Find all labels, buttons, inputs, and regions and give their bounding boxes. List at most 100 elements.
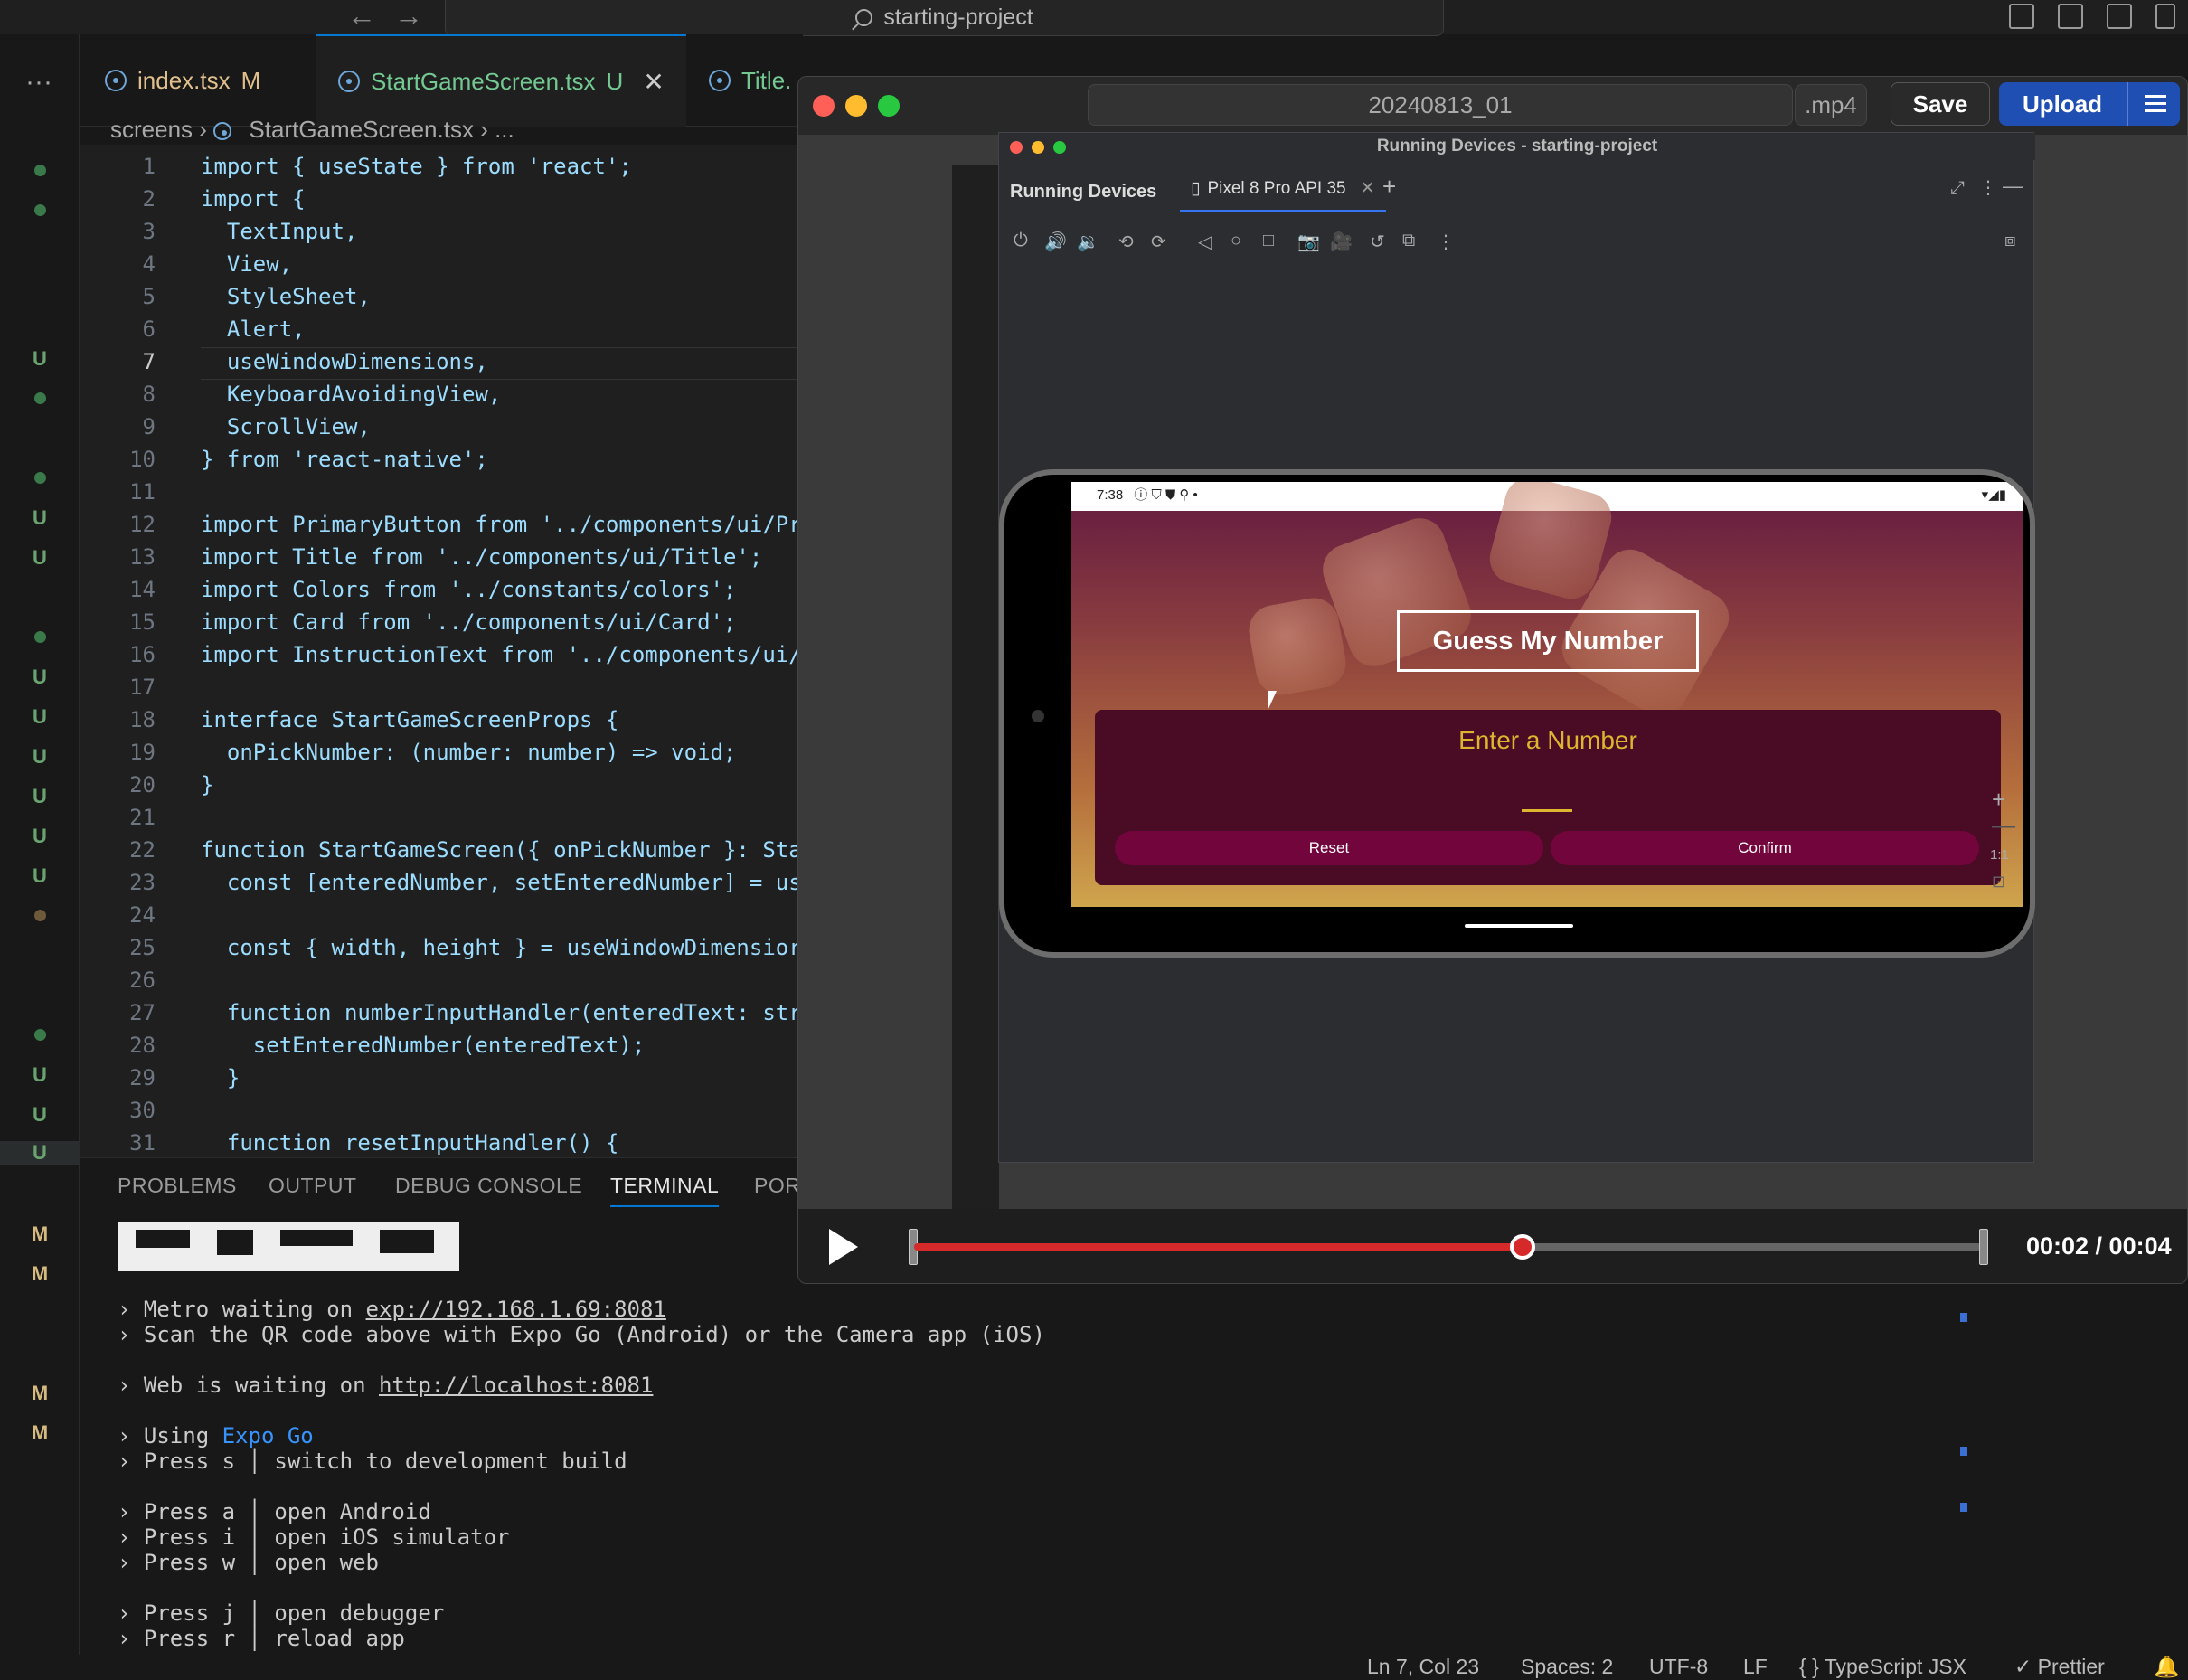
home-icon[interactable]: ○ bbox=[1231, 231, 1241, 251]
code-line[interactable]: useWindowDimensions, bbox=[201, 345, 797, 378]
language-mode[interactable]: { } TypeScript JSX bbox=[1799, 1655, 1966, 1679]
record-icon[interactable]: 🎥 bbox=[1330, 231, 1353, 253]
code-line[interactable] bbox=[201, 1094, 797, 1127]
toggle-panel-icon[interactable] bbox=[2058, 4, 2083, 29]
code-line[interactable]: StyleSheet, bbox=[201, 280, 797, 313]
line-ending[interactable]: LF bbox=[1743, 1655, 1768, 1679]
code-line[interactable]: KeyboardAvoidingView, bbox=[201, 378, 797, 411]
breadcrumb-folder[interactable]: screens bbox=[110, 116, 193, 143]
zoom-actual-size[interactable]: 1:1 bbox=[1990, 847, 2009, 863]
back-icon[interactable]: ◁ bbox=[1198, 231, 1212, 253]
tab-index[interactable]: index.tsx M bbox=[83, 34, 282, 127]
scrubber-track[interactable] bbox=[914, 1234, 1981, 1260]
zoom-window-button[interactable] bbox=[878, 95, 900, 117]
screen-mirror-icon[interactable]: ⧈ bbox=[2004, 231, 2016, 251]
tab-problems[interactable]: PROBLEMS bbox=[118, 1174, 237, 1198]
close-icon[interactable]: ✕ bbox=[1361, 178, 1375, 199]
back-arrow-icon[interactable]: ← bbox=[347, 0, 376, 34]
camera-icon[interactable]: 📷 bbox=[1297, 231, 1320, 253]
code-line[interactable]: } bbox=[201, 769, 797, 801]
scrubber-knob[interactable] bbox=[1509, 1234, 1535, 1260]
code-line[interactable]: import PrimaryButton from '../components… bbox=[201, 508, 797, 541]
code-line[interactable]: onPickNumber: (number: number) => void; bbox=[201, 736, 797, 769]
toggle-sidebar-icon[interactable] bbox=[2009, 4, 2034, 29]
code-line[interactable]: setEnteredNumber(enteredText); bbox=[201, 1029, 797, 1062]
rotate-right-icon[interactable]: ⟳ bbox=[1151, 231, 1166, 253]
code-line[interactable] bbox=[201, 671, 797, 703]
close-window-button[interactable] bbox=[1010, 141, 1023, 154]
zoom-window-button[interactable] bbox=[1053, 141, 1066, 154]
tab-output[interactable]: OUTPUT bbox=[269, 1174, 357, 1198]
code-line[interactable]: ScrollView, bbox=[201, 411, 797, 443]
encoding[interactable]: UTF-8 bbox=[1649, 1655, 1708, 1679]
close-window-button[interactable] bbox=[813, 95, 835, 117]
code-line[interactable] bbox=[201, 899, 797, 931]
terminal-output[interactable]: › Metro waiting on exp://192.168.1.69:80… bbox=[118, 1297, 1045, 1651]
code-line[interactable] bbox=[201, 476, 797, 508]
code-line[interactable]: Alert, bbox=[201, 313, 797, 345]
reset-button[interactable]: Reset bbox=[1115, 831, 1543, 865]
tab-title[interactable]: Title. bbox=[687, 34, 813, 127]
code-line[interactable]: const [enteredNumber, setEnteredNumber] … bbox=[201, 866, 797, 899]
code-line[interactable]: import { useState } from 'react'; bbox=[201, 150, 797, 183]
code-line[interactable]: import Card from '../components/ui/Card'… bbox=[201, 606, 797, 638]
tab-ports[interactable]: POR bbox=[754, 1174, 800, 1198]
code-line[interactable]: function StartGameScreen({ onPickNumber … bbox=[201, 834, 797, 866]
code-line[interactable]: const { width, height } = useWindowDimen… bbox=[201, 931, 797, 964]
minimize-window-button[interactable] bbox=[845, 95, 867, 117]
command-center[interactable]: starting-project bbox=[445, 0, 1444, 36]
bell-icon[interactable]: 🔔 bbox=[2154, 1655, 2180, 1679]
tab-debug-console[interactable]: DEBUG CONSOLE bbox=[395, 1174, 582, 1198]
mirror-icon[interactable]: ⧉ bbox=[1402, 231, 1415, 251]
code-line[interactable]: import InstructionText from '../componen… bbox=[201, 638, 797, 671]
gesture-nav-bar[interactable] bbox=[1465, 924, 1573, 928]
more-icon[interactable]: ··· bbox=[25, 67, 52, 98]
prettier-status[interactable]: ✓ Prettier bbox=[2014, 1655, 2105, 1679]
close-icon[interactable]: ✕ bbox=[643, 67, 664, 97]
number-input[interactable] bbox=[1522, 809, 1572, 812]
volume-down-icon[interactable]: 🔉 bbox=[1077, 231, 1099, 253]
zoom-out-icon[interactable]: — bbox=[1992, 811, 2015, 839]
code-line[interactable]: interface StartGameScreenProps { bbox=[201, 703, 797, 736]
phone-screen[interactable]: 7:38 ⓘ ⛉ ⛊ ⚲ • ▾◢▮ Guess My Number Enter… bbox=[1071, 482, 2023, 907]
code-line[interactable]: } bbox=[201, 1062, 797, 1094]
kebab-menu-icon[interactable]: ⋮ bbox=[1437, 231, 1455, 253]
trim-end-handle[interactable] bbox=[1979, 1229, 1988, 1265]
add-icon[interactable]: + bbox=[1382, 173, 1396, 201]
code-line[interactable]: import Title from '../components/ui/Titl… bbox=[201, 541, 797, 573]
confirm-button[interactable]: Confirm bbox=[1551, 831, 1979, 865]
indentation[interactable]: Spaces: 2 bbox=[1521, 1655, 1613, 1679]
minimize-window-button[interactable] bbox=[1032, 141, 1044, 154]
code-lines[interactable]: import { useState } from 'react'; import … bbox=[201, 150, 797, 1159]
terminal-link[interactable]: exp://192.168.1.69:8081 bbox=[366, 1297, 666, 1322]
reset-icon[interactable]: ↺ bbox=[1370, 231, 1385, 253]
customize-layout-icon[interactable] bbox=[2155, 4, 2175, 29]
play-icon[interactable] bbox=[829, 1229, 858, 1265]
code-line[interactable]: View, bbox=[201, 248, 797, 280]
filename-field[interactable]: 20240813_01 bbox=[1088, 84, 1793, 126]
zoom-in-icon[interactable]: + bbox=[1992, 786, 2005, 814]
cursor-position[interactable]: Ln 7, Col 23 bbox=[1367, 1655, 1479, 1679]
code-line[interactable] bbox=[201, 964, 797, 996]
kebab-menu-icon[interactable]: ⋮ bbox=[1979, 176, 1997, 199]
fit-screen-icon[interactable]: ⊡ bbox=[1992, 873, 2005, 892]
volume-up-icon[interactable]: 🔊 bbox=[1044, 231, 1067, 253]
power-icon[interactable]: ⏻ bbox=[1014, 231, 1028, 251]
breadcrumb-file[interactable]: StartGameScreen.tsx bbox=[249, 116, 474, 143]
toggle-secondary-sidebar-icon[interactable] bbox=[2107, 4, 2132, 29]
code-line[interactable]: import { bbox=[201, 183, 797, 215]
overview-icon[interactable]: □ bbox=[1263, 231, 1274, 251]
expand-icon[interactable]: ⤢ bbox=[1950, 178, 1965, 199]
menu-icon[interactable] bbox=[2127, 82, 2180, 126]
code-line[interactable]: function resetInputHandler() { bbox=[201, 1127, 797, 1159]
code-line[interactable]: } from 'react-native'; bbox=[201, 443, 797, 476]
tab-terminal[interactable]: TERMINAL bbox=[610, 1174, 720, 1207]
save-button[interactable]: Save bbox=[1891, 82, 1990, 126]
breadcrumb-more[interactable]: ... bbox=[495, 116, 514, 143]
tab-start-game-screen[interactable]: StartGameScreen.tsx U ✕ bbox=[316, 34, 686, 127]
code-line[interactable] bbox=[201, 801, 797, 834]
code-line[interactable]: function numberInputHandler(enteredText:… bbox=[201, 996, 797, 1029]
hide-panel-icon[interactable]: — bbox=[2003, 175, 2023, 198]
code-line[interactable]: import Colors from '../constants/colors'… bbox=[201, 573, 797, 606]
rotate-left-icon[interactable]: ⟲ bbox=[1118, 231, 1134, 253]
